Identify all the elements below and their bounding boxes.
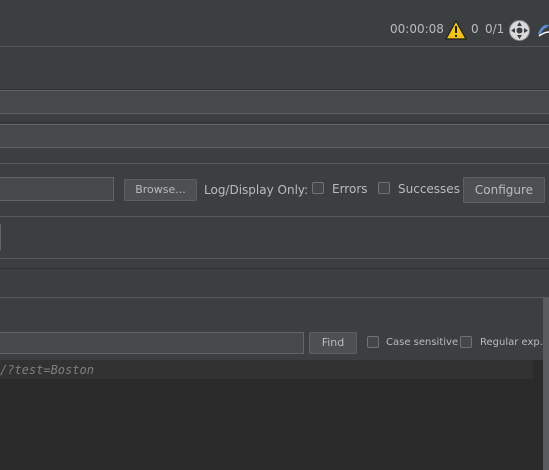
divider	[0, 297, 549, 298]
divider	[0, 122, 549, 123]
errors-label: Errors	[332, 182, 368, 196]
warning-count: 0	[471, 22, 479, 36]
elapsed-timer: 00:00:08	[390, 22, 444, 36]
search-input[interactable]	[0, 332, 304, 354]
tree-panel-edge	[0, 224, 1, 250]
errors-checkbox[interactable]	[312, 182, 324, 194]
successes-checkbox[interactable]	[378, 182, 390, 194]
regex-label: Regular exp.	[480, 337, 543, 348]
browse-button[interactable]: Browse...	[124, 179, 197, 201]
results-scrollbar[interactable]	[543, 298, 549, 470]
case-sensitive-label: Case sensitive	[386, 337, 459, 348]
find-button[interactable]: Find	[309, 332, 357, 354]
successes-label: Successes	[398, 182, 460, 196]
result-sampler-label: /?test=Boston	[0, 363, 94, 377]
remote-icon[interactable]	[509, 20, 530, 41]
configure-button[interactable]: Configure	[463, 177, 545, 203]
comments-field[interactable]	[0, 124, 549, 148]
name-field[interactable]	[0, 90, 549, 114]
extra-icon[interactable]	[536, 22, 549, 38]
case-sensitive-checkbox[interactable]	[367, 336, 379, 348]
log-display-label: Log/Display Only:	[204, 183, 309, 197]
filename-input[interactable]	[0, 177, 114, 201]
warning-icon[interactable]	[444, 19, 468, 40]
divider	[0, 163, 549, 164]
divider	[0, 268, 549, 269]
divider	[0, 216, 549, 217]
divider	[0, 258, 549, 259]
toolbar-divider	[0, 46, 549, 47]
regex-checkbox[interactable]	[460, 336, 472, 348]
active-threads: 0/1	[485, 22, 505, 36]
